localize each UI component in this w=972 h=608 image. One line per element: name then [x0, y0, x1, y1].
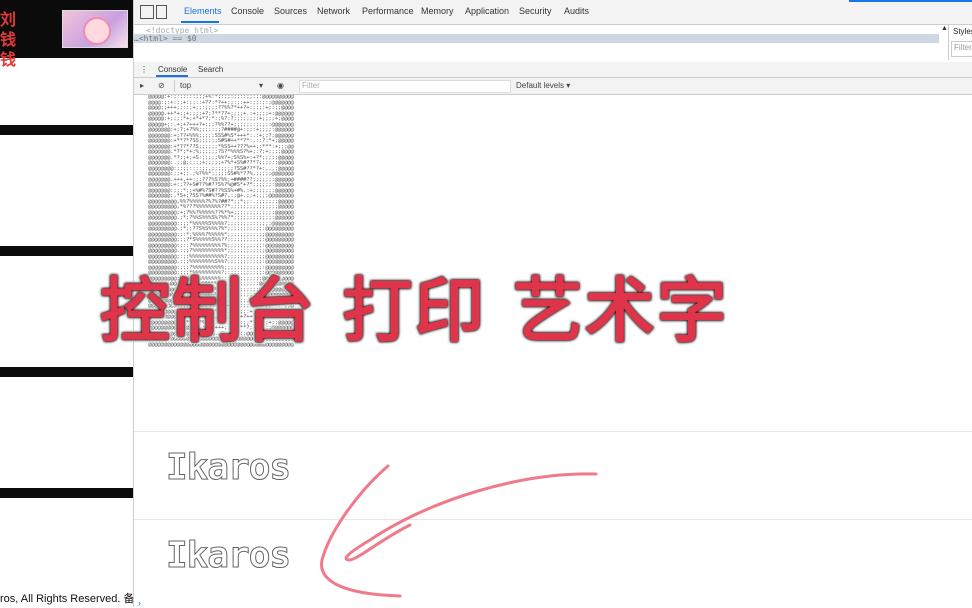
ascii-logo-output: Ikaros — [165, 447, 291, 489]
menu-icon[interactable]: ⋮ — [140, 65, 148, 74]
tab-audits[interactable]: Audits — [564, 6, 589, 16]
tab-application[interactable]: Application — [465, 6, 509, 16]
log-levels-select[interactable]: Default levels ▾ — [516, 81, 570, 90]
device-icon[interactable] — [156, 5, 167, 19]
section-bar — [0, 125, 133, 135]
copyright-footer: ros, All Rights Reserved. 备 — [0, 593, 133, 605]
html-node-text: …<html> == $0 — [134, 34, 197, 43]
scroll-arrow-icon[interactable]: ▲ — [941, 25, 948, 32]
video-caption-overlay: 控制台 打印 艺术字 — [98, 268, 729, 354]
drawer-tab-search[interactable]: Search — [198, 65, 223, 74]
tab-network[interactable]: Network — [317, 6, 350, 16]
styles-filter-input[interactable]: Filter — [951, 41, 972, 57]
vertical-title: 刘 钱 钱 — [0, 10, 18, 70]
ascii-logo-output: Ikaros — [165, 535, 291, 577]
vertical-char: 钱 — [0, 30, 17, 49]
sidebar-toggle-icon[interactable]: ▸ — [140, 81, 144, 90]
toolbar-divider — [174, 80, 175, 92]
drawer-tab-console[interactable]: Console — [158, 65, 187, 74]
html-node-selected[interactable]: …<html> == $0 — [134, 34, 939, 43]
chevron-down-icon[interactable]: ▾ — [259, 81, 263, 90]
tab-performance[interactable]: Performance — [362, 6, 414, 16]
tab-memory[interactable]: Memory — [421, 6, 454, 16]
tab-sources[interactable]: Sources — [274, 6, 307, 16]
active-tab-indicator — [181, 21, 219, 23]
styles-filter-placeholder: Filter — [954, 43, 972, 52]
tab-console[interactable]: Console — [231, 6, 264, 16]
tab-security[interactable]: Security — [519, 6, 552, 16]
eye-icon[interactable]: ◉ — [277, 81, 284, 90]
elements-tree: <!doctype html> …<html> == $0 html — [134, 25, 939, 87]
loading-indicator — [849, 0, 972, 2]
avatar — [83, 17, 111, 45]
drawer-tabs: ⋮ Console Search — [134, 62, 972, 78]
inspect-icon[interactable] — [140, 5, 154, 19]
filter-placeholder: Filter — [302, 81, 320, 90]
vertical-char: 钱 — [0, 50, 17, 69]
styles-pane: Styles Filter — [948, 25, 972, 60]
section-bar — [0, 367, 133, 377]
styles-tab[interactable]: Styles — [953, 27, 972, 36]
console-toolbar: ▸ ⊘ top ▾ ◉ Filter Default levels ▾ — [134, 78, 972, 95]
vertical-char: 刘 — [0, 10, 17, 29]
clear-console-icon[interactable]: ⊘ — [158, 81, 165, 90]
tab-elements[interactable]: Elements — [184, 6, 222, 16]
console-message-divider — [134, 431, 972, 432]
context-select[interactable]: top — [180, 81, 191, 90]
console-filter-input[interactable]: Filter — [299, 80, 511, 93]
anime-thumbnail[interactable] — [62, 10, 128, 48]
devtools-toolbar: Elements Console Sources Network Perform… — [134, 0, 972, 25]
active-drawer-indicator — [156, 75, 188, 77]
console-message-divider — [134, 519, 972, 520]
section-bar — [0, 488, 133, 498]
